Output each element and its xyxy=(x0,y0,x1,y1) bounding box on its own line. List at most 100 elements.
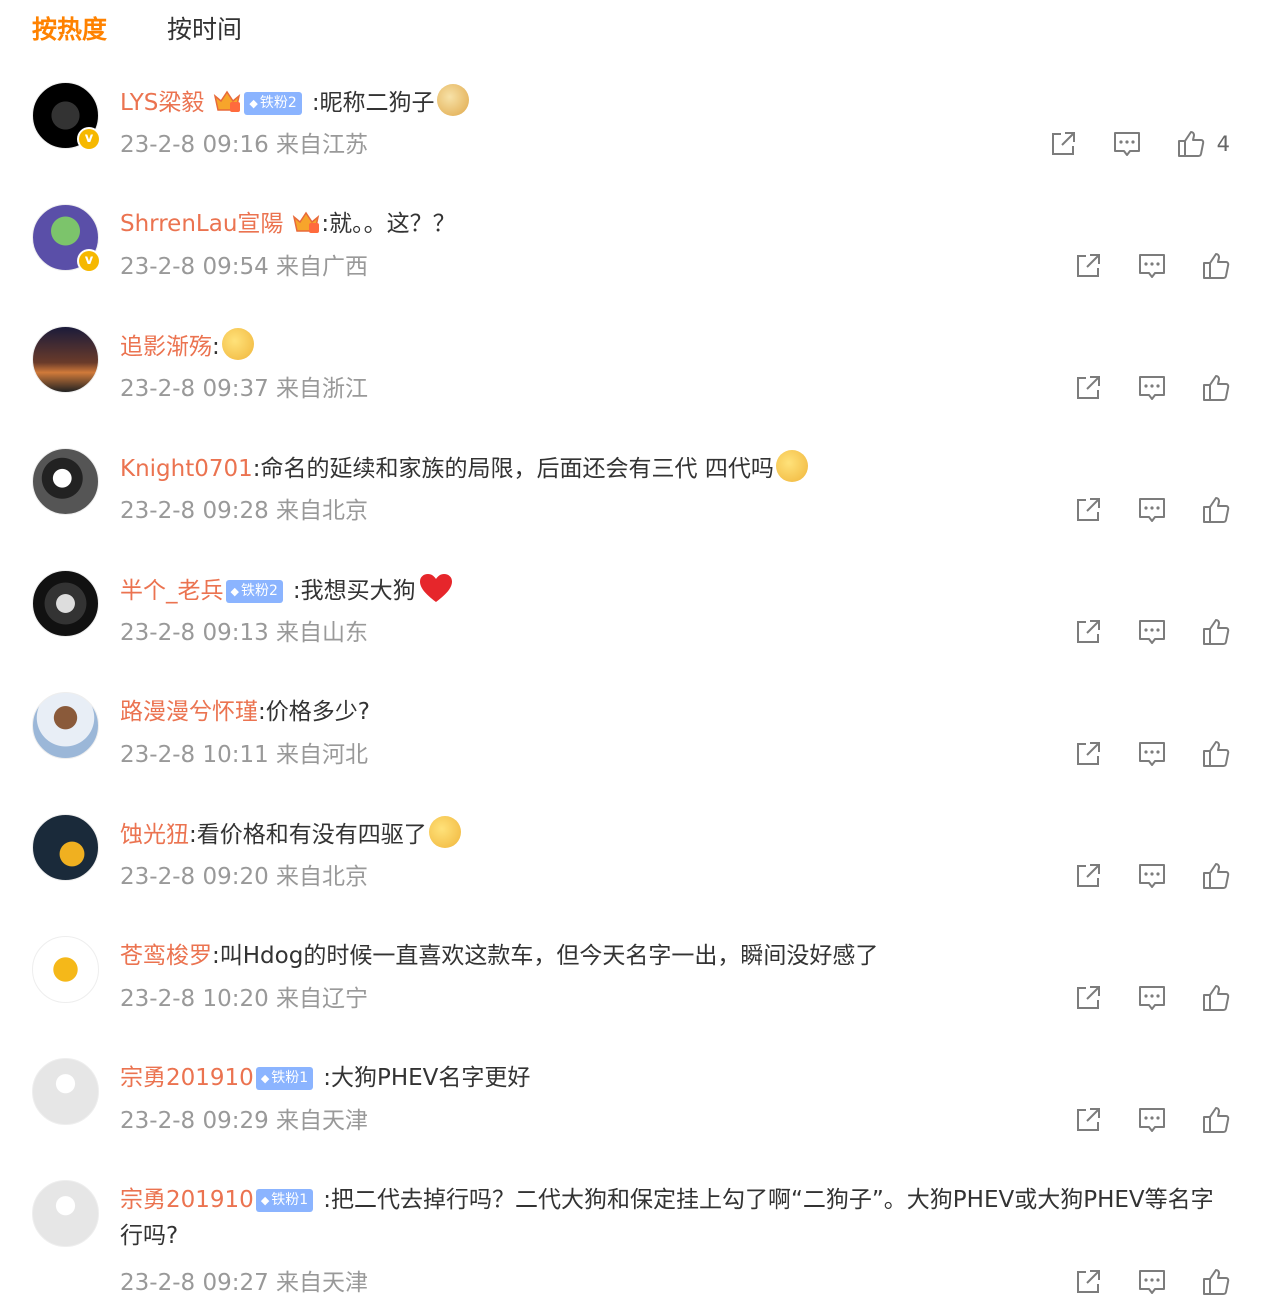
reply-icon[interactable] xyxy=(1111,128,1143,160)
location: 来自河北 xyxy=(276,742,369,768)
comment-item: v LYS梁毅 ◆ 铁粉2:昵称二狗子 23-2-8 09:16 来自江苏 4 xyxy=(0,82,1272,192)
fan-badge: ◆ 铁粉1 xyxy=(255,1067,314,1090)
fan-badge: ◆ 铁粉2 xyxy=(244,92,302,115)
like-icon[interactable] xyxy=(1200,738,1232,770)
location: 来自山东 xyxy=(276,620,369,646)
avatar[interactable] xyxy=(32,1180,99,1247)
sort-tabs: 按热度 按时间 xyxy=(32,10,302,50)
comment-item: 宗勇201910 ◆ 铁粉1:大狗PHEV名字更好 23-2-8 09:29 来自天津 xyxy=(0,1058,1272,1168)
share-icon[interactable] xyxy=(1072,494,1104,526)
comment-text: 宗勇201910 ◆ 铁粉1:大狗PHEV名字更好 xyxy=(120,1060,1230,1096)
tab-by-hot[interactable]: 按热度 xyxy=(32,10,107,50)
comment-text: 蚀光狃:看价格和有没有四驱了 xyxy=(120,816,1230,853)
username-link[interactable]: 追影渐殇 xyxy=(120,334,212,360)
username-link[interactable]: 路漫漫兮怀瑾 xyxy=(120,699,258,725)
reply-icon[interactable] xyxy=(1136,1266,1168,1298)
diamond-icon: ◆ xyxy=(260,1194,270,1207)
comment-item: 路漫漫兮怀瑾:价格多少? 23-2-8 10:11 来自河北 xyxy=(0,692,1272,802)
comment-actions xyxy=(1040,250,1232,282)
reply-icon[interactable] xyxy=(1136,860,1168,892)
avatar[interactable] xyxy=(32,814,99,881)
avatar[interactable] xyxy=(32,936,99,1003)
comment-actions xyxy=(1040,1104,1232,1136)
like-icon[interactable] xyxy=(1175,128,1207,160)
comment-actions xyxy=(1040,494,1232,526)
reply-icon[interactable] xyxy=(1136,494,1168,526)
share-icon[interactable] xyxy=(1047,128,1079,160)
username-link[interactable]: 蚀光狃 xyxy=(120,822,189,848)
comment-meta: 23-2-8 09:29 来自天津 xyxy=(120,1106,368,1136)
comment-actions xyxy=(1040,738,1232,770)
comment-body: :我想买大狗 xyxy=(292,578,416,604)
avatar[interactable] xyxy=(32,570,99,637)
like-icon[interactable] xyxy=(1200,860,1232,892)
reply-icon[interactable] xyxy=(1136,1104,1168,1136)
comment-text: 路漫漫兮怀瑾:价格多少? xyxy=(120,694,1230,730)
doge-emoji xyxy=(436,84,469,116)
tab-by-time[interactable]: 按时间 xyxy=(167,10,242,50)
avatar[interactable] xyxy=(32,692,99,759)
share-icon[interactable] xyxy=(1072,372,1104,404)
avatar-image xyxy=(32,326,99,393)
username-link[interactable]: 宗勇201910 xyxy=(120,1187,254,1213)
username-link[interactable]: LYS梁毅 xyxy=(120,90,204,116)
avatar[interactable]: v xyxy=(32,204,101,273)
username-link[interactable]: 宗勇201910 xyxy=(120,1065,254,1091)
fan-level: 铁粉2 xyxy=(240,583,278,599)
crown-level-icon xyxy=(212,88,242,114)
username-link[interactable]: 苍鸾梭罗 xyxy=(120,943,212,969)
comment-text: 半个_老兵 ◆ 铁粉2:我想买大狗 xyxy=(120,572,1230,609)
comment-meta: 23-2-8 09:13 来自山东 xyxy=(120,618,368,648)
location: 来自广西 xyxy=(276,254,369,280)
reply-icon[interactable] xyxy=(1136,250,1168,282)
location: 来自北京 xyxy=(276,864,369,890)
timestamp: 23-2-8 10:20 xyxy=(120,986,269,1012)
comment-body: :价格多少? xyxy=(258,699,370,725)
like-icon[interactable] xyxy=(1200,1104,1232,1136)
avatar[interactable] xyxy=(32,1058,99,1125)
comment-item: 苍鸾梭罗:叫Hdog的时候一直喜欢这款车，但今天名字一出，瞬间没好感了 23-2-… xyxy=(0,936,1272,1046)
username-link[interactable]: 半个_老兵 xyxy=(120,578,224,604)
glasses-emoji xyxy=(428,816,461,848)
comment-item: 蚀光狃:看价格和有没有四驱了 23-2-8 09:20 来自北京 xyxy=(0,814,1272,924)
share-icon[interactable] xyxy=(1072,1266,1104,1298)
avatar[interactable] xyxy=(32,326,99,393)
reply-icon[interactable] xyxy=(1136,372,1168,404)
fan-level: 铁粉1 xyxy=(271,1192,309,1208)
reply-icon[interactable] xyxy=(1136,982,1168,1014)
comment-actions xyxy=(1040,982,1232,1014)
comment-text: 苍鸾梭罗:叫Hdog的时候一直喜欢这款车，但今天名字一出，瞬间没好感了 xyxy=(120,938,1230,974)
share-icon[interactable] xyxy=(1072,1104,1104,1136)
avatar[interactable] xyxy=(32,448,99,515)
share-icon[interactable] xyxy=(1072,982,1104,1014)
like-icon[interactable] xyxy=(1200,982,1232,1014)
share-icon[interactable] xyxy=(1072,738,1104,770)
comment-actions xyxy=(1040,616,1232,648)
like-icon[interactable] xyxy=(1200,250,1232,282)
share-icon[interactable] xyxy=(1072,250,1104,282)
fan-level: 铁粉2 xyxy=(259,95,297,111)
like-icon[interactable] xyxy=(1200,372,1232,404)
share-icon[interactable] xyxy=(1072,616,1104,648)
timestamp: 23-2-8 09:29 xyxy=(120,1108,269,1134)
comment-text: 宗勇201910 ◆ 铁粉1:把二代去掉行吗？二代大狗和保定挂上勾了啊“二狗子”。大… xyxy=(120,1182,1230,1254)
like-icon[interactable] xyxy=(1200,1266,1232,1298)
comment-meta: 23-2-8 10:11 来自河北 xyxy=(120,740,368,770)
avatar-image xyxy=(32,448,99,515)
fan-badge: ◆ 铁粉1 xyxy=(255,1189,314,1212)
avatar[interactable]: v xyxy=(32,82,101,151)
comment-item: 宗勇201910 ◆ 铁粉1:把二代去掉行吗？二代大狗和保定挂上勾了啊“二狗子”。大… xyxy=(0,1180,1272,1296)
like-count: 4 xyxy=(1216,132,1230,156)
like-icon[interactable] xyxy=(1200,616,1232,648)
location: 来自天津 xyxy=(276,1108,369,1134)
diamond-icon: ◆ xyxy=(260,1072,270,1085)
comment-body: :就。。这？？ xyxy=(321,211,456,237)
location: 来自北京 xyxy=(276,498,369,524)
username-link[interactable]: Knight0701 xyxy=(120,456,253,482)
username-link[interactable]: ShrrenLau宣陽 xyxy=(120,211,283,237)
reply-icon[interactable] xyxy=(1136,738,1168,770)
timestamp: 23-2-8 10:11 xyxy=(120,742,269,768)
reply-icon[interactable] xyxy=(1136,616,1168,648)
like-icon[interactable] xyxy=(1200,494,1232,526)
share-icon[interactable] xyxy=(1072,860,1104,892)
